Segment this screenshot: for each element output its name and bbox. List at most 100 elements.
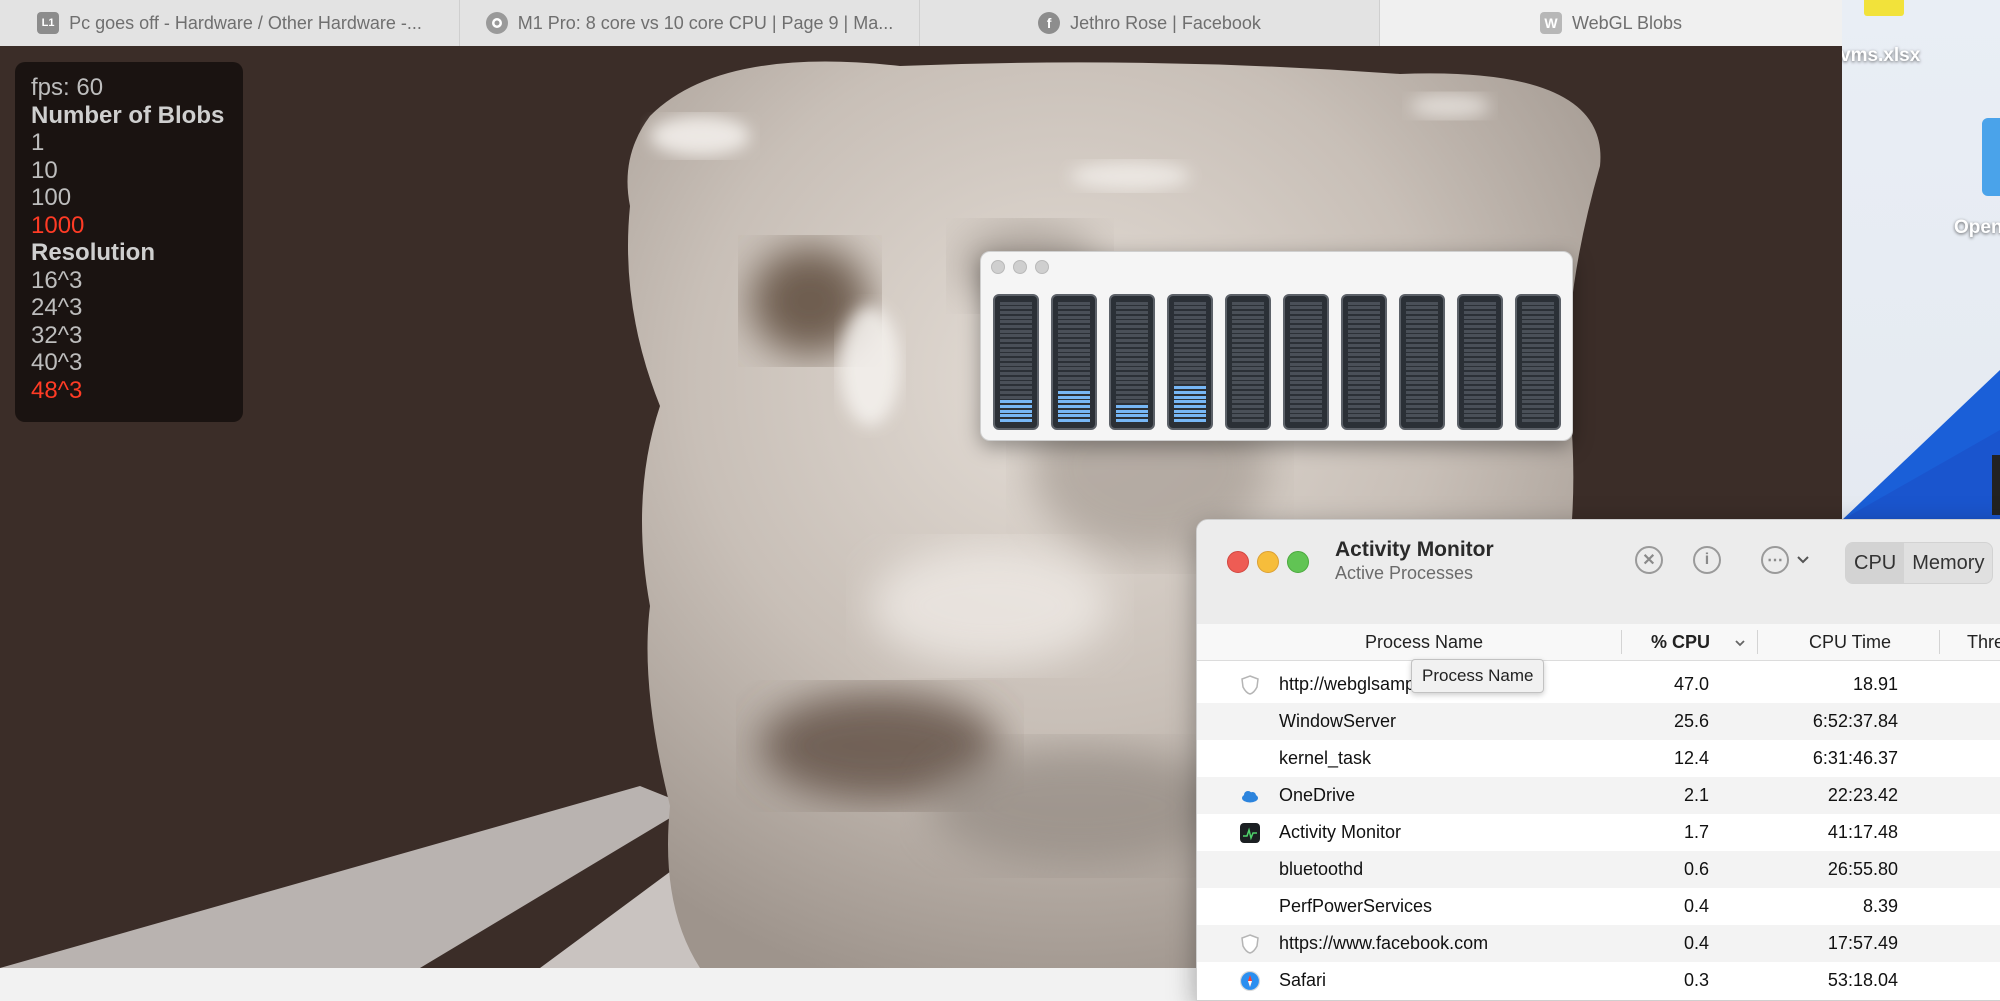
meter-segment [1348, 306, 1380, 310]
stop-process-icon[interactable]: ✕ [1635, 546, 1663, 574]
sort-chevron-icon[interactable] [1733, 636, 1747, 650]
meter-segment [1522, 367, 1554, 371]
process-row[interactable]: kernel_task 12.4 6:31:46.37 [1197, 740, 2000, 777]
meter-segment [1058, 353, 1090, 357]
tab-title: M1 Pro: 8 core vs 10 core CPU | Page 9 |… [517, 12, 894, 33]
minimize-button[interactable] [1257, 551, 1279, 573]
column-cpu-percent[interactable]: % CPU [1651, 624, 1710, 660]
resolution-option[interactable]: 24^3 [31, 294, 227, 322]
meter-segment [1464, 419, 1496, 422]
process-row[interactable]: OneDrive 2.1 22:23.42 [1197, 777, 2000, 814]
info-icon[interactable]: i [1693, 546, 1721, 574]
meter-segment [1522, 409, 1554, 413]
meter-segment [1000, 325, 1032, 328]
tab-pc-goes-off[interactable]: L1 Pc goes off - Hardware / Other Hardwa… [0, 0, 460, 46]
meter-segment [1406, 404, 1438, 408]
meter-segment [1406, 343, 1438, 347]
resolution-option[interactable]: 16^3 [31, 267, 227, 295]
meter-segment [1464, 348, 1496, 352]
close-button[interactable] [1227, 551, 1249, 573]
meter-segment [1174, 348, 1206, 352]
meter-segment [1000, 329, 1032, 333]
process-row[interactable]: bluetoothd 0.6 26:55.80 [1197, 851, 2000, 888]
resolution-option[interactable]: 40^3 [31, 349, 227, 377]
process-row[interactable]: http://webglsamp 47.0 18.91 [1197, 666, 2000, 703]
meter-segment [1406, 381, 1438, 385]
resolution-option[interactable]: 32^3 [31, 322, 227, 350]
tab-memory[interactable]: Memory [1904, 543, 1992, 583]
activity-monitor-window[interactable]: Activity Monitor Active Processes ✕ i ⋯ … [1196, 519, 2000, 1001]
meter-segment [1174, 320, 1206, 324]
meter-segment [1464, 362, 1496, 366]
tab-webgl-blobs[interactable]: W WebGL Blobs [1380, 0, 1842, 46]
minimize-button[interactable] [1013, 260, 1027, 274]
meter-segment [1000, 348, 1032, 352]
meter-segment [1464, 390, 1496, 394]
column-process-name[interactable]: Process Name [1365, 624, 1483, 660]
meter-segment [1290, 334, 1322, 338]
meter-segment [1000, 400, 1032, 404]
meter-segment [1290, 343, 1322, 347]
resolution-option-selected[interactable]: 48^3 [31, 377, 227, 405]
meter-segment [1000, 376, 1032, 380]
process-row[interactable]: https://www.facebook.com 0.4 17:57.49 [1197, 925, 2000, 962]
meter-segment [1232, 390, 1264, 394]
meter-segment [1232, 376, 1264, 380]
meter-segment [1174, 343, 1206, 347]
meter-segment [1000, 386, 1032, 390]
meter-segment [1406, 306, 1438, 310]
meter-segment [1464, 367, 1496, 371]
meter-segment [1174, 353, 1206, 357]
cpu-core-meter [1341, 294, 1387, 430]
tab-m1-pro[interactable]: M1 Pro: 8 core vs 10 core CPU | Page 9 |… [460, 0, 920, 46]
process-row[interactable]: Activity Monitor 1.7 41:17.48 [1197, 814, 2000, 851]
meter-segment [1058, 320, 1090, 324]
process-cpu-time: 22:23.42 [1827, 785, 1898, 805]
meter-segment [1000, 353, 1032, 357]
meter-segment [1522, 348, 1554, 352]
tab-cpu[interactable]: CPU [1846, 543, 1905, 583]
process-row[interactable]: WindowServer 25.6 6:52:37.84 [1197, 703, 2000, 740]
chevron-down-icon[interactable] [1795, 552, 1811, 568]
blob-option[interactable]: 1 [31, 129, 227, 157]
browser-tab-strip: L1 Pc goes off - Hardware / Other Hardwa… [0, 0, 1842, 47]
meter-segment [1290, 315, 1322, 319]
column-tooltip: Process Name [1411, 659, 1545, 693]
meter-segment [1174, 386, 1206, 390]
meter-segment [1058, 310, 1090, 314]
meter-segment [1174, 357, 1206, 361]
process-row[interactable]: Safari 0.3 53:18.04 [1197, 962, 2000, 999]
zoom-button[interactable] [1287, 551, 1309, 573]
tab-jethro-rose-facebook[interactable]: f Jethro Rose | Facebook [920, 0, 1380, 46]
meter-segment [1000, 315, 1032, 319]
close-button[interactable] [991, 260, 1005, 274]
meter-segment [1232, 339, 1264, 343]
meter-segment [1290, 320, 1322, 324]
meter-segment [1116, 400, 1148, 404]
process-cpu-percent: 0.4 [1683, 896, 1709, 916]
column-divider [1939, 630, 1940, 654]
meter-segment [1174, 381, 1206, 385]
meter-segment [1348, 362, 1380, 366]
view-segmented-control[interactable]: CPU Memory [1845, 542, 1994, 584]
meter-segment [1348, 325, 1380, 328]
meter-segment [1522, 301, 1554, 305]
cloud-icon [1239, 785, 1261, 807]
meter-segment [1000, 395, 1032, 399]
process-row[interactable]: PerfPowerServices 0.4 8.39 [1197, 888, 2000, 925]
more-options-icon[interactable]: ⋯ [1761, 546, 1789, 574]
meter-segment [1058, 306, 1090, 310]
blob-option-selected[interactable]: 1000 [31, 212, 227, 240]
column-cpu-time[interactable]: CPU Time [1809, 624, 1891, 660]
meter-segment [1406, 339, 1438, 343]
meter-segment [1464, 334, 1496, 338]
column-threads[interactable]: Thre [1967, 624, 2000, 660]
blob-option[interactable]: 10 [31, 157, 227, 185]
zoom-button[interactable] [1035, 260, 1049, 274]
meter-segment [1000, 320, 1032, 324]
process-name: bluetoothd [1279, 859, 1364, 879]
blob-option[interactable]: 100 [31, 184, 227, 212]
meter-segment [1406, 376, 1438, 380]
cpu-history-window[interactable] [980, 251, 1573, 441]
meter-segment [1232, 353, 1264, 357]
